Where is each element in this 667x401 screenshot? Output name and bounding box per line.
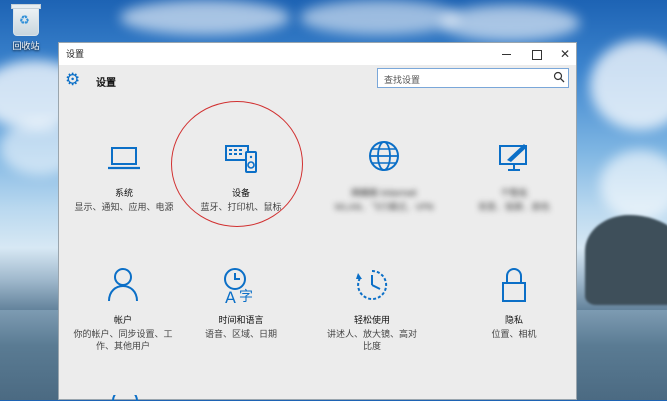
svg-text:A: A [225,288,236,305]
close-button[interactable]: ✕ [547,43,583,65]
category-desc: 语音、区域、日期 [204,330,277,340]
desktop-rock [585,215,667,305]
personalization-icon [499,144,527,171]
account-icon [108,268,138,302]
maximize-icon [532,49,542,60]
settings-window: 设置 ✕ ⚙ 设置 查找设置 系统 显示、通知、应用、电源 设备 蓝牙、打印机、… [58,42,577,401]
page-title: 设置 [96,78,116,89]
category-desc: 位置、相机 [491,330,537,340]
minimize-icon [501,54,511,55]
sky-cloud [300,0,460,35]
category-network[interactable]: 网络和 Internet WLAN、飞行模式、VPN [329,138,439,214]
recycle-bin-label: 回收站 [12,42,40,52]
globe-icon [369,141,399,171]
recycle-bin-shortcut[interactable]: ♻ 回收站 [6,4,46,52]
category-desc: 讲述人、放大镜、高对比度 [327,330,418,352]
category-name: 轻松使用 [353,316,390,326]
recycle-bin-icon: ♻ [11,4,41,36]
ease-of-access-icon [356,269,388,300]
category-name: 系统 [114,189,133,199]
category-desc: 你的帐户、同步设置、工作、其他用户 [73,330,173,352]
annotation-circle [171,101,303,227]
privacy-lock-icon [502,268,526,302]
category-name: 帐户 [113,316,132,326]
sky-cloud [120,0,290,35]
category-time-language[interactable]: A 字 时间和语言 语音、区域、日期 [186,265,296,341]
update-icon [112,395,138,401]
sky-cloud [440,5,580,41]
window-title: 设置 [66,50,85,60]
category-privacy[interactable]: 隐私 位置、相机 [459,265,569,341]
sky-cloud [600,150,667,220]
gear-icon: ⚙ [65,70,81,90]
category-desc: 背景、锁屏、颜色 [477,203,550,213]
category-personalization[interactable]: 个性化 背景、锁屏、颜色 [459,138,569,214]
category-ease-of-access[interactable]: 轻松使用 讲述人、放大镜、高对比度 [317,265,427,353]
time-language-icon: A 字 [224,268,253,307]
category-name: 隐私 [504,316,523,326]
close-icon: ✕ [559,47,571,61]
category-system[interactable]: 系统 显示、通知、应用、电源 [69,138,179,214]
search-icon[interactable] [553,71,565,83]
category-name: 时间和语言 [218,316,264,326]
sky-cloud [590,40,667,130]
svg-text:字: 字 [239,289,253,305]
category-desc: 显示、通知、应用、电源 [74,203,174,213]
laptop-icon [108,147,140,170]
category-name: 个性化 [500,189,528,199]
category-accounts[interactable]: 帐户 你的帐户、同步设置、工作、其他用户 [68,265,178,353]
title-bar[interactable]: 设置 ✕ [59,43,576,65]
category-desc: WLAN、飞行模式、VPN [334,203,434,213]
category-name: 网络和 Internet [351,189,417,199]
search-input[interactable]: 查找设置 [377,68,569,88]
